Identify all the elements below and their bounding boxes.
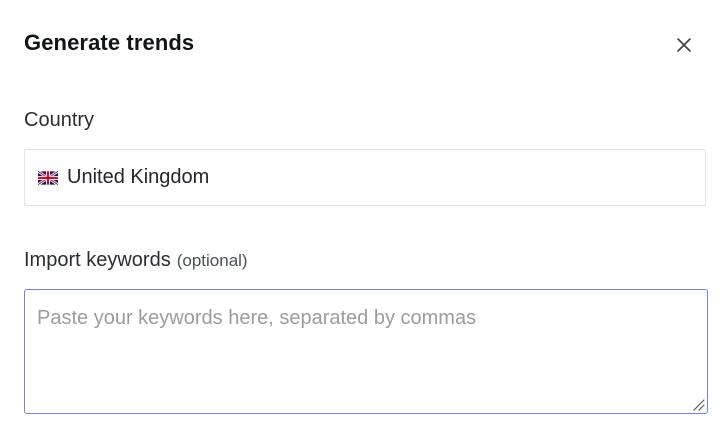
close-icon (677, 38, 691, 52)
uk-flag-icon (38, 170, 58, 185)
country-value: United Kingdom (67, 166, 210, 188)
optional-hint: (optional) (176, 251, 248, 270)
close-button[interactable] (670, 31, 698, 59)
resize-handle-icon[interactable] (691, 397, 705, 411)
dialog-title: Generate trends (24, 30, 195, 55)
generate-trends-dialog: Generate trends Country United Kingdom I… (0, 0, 726, 434)
keywords-label: Import keywords (optional) (24, 249, 248, 272)
keywords-textarea-container (24, 289, 708, 414)
keywords-label-text: Import keywords (24, 249, 171, 271)
country-select[interactable]: United Kingdom (24, 149, 706, 206)
keywords-textarea[interactable] (25, 290, 707, 413)
country-label: Country (24, 109, 95, 131)
